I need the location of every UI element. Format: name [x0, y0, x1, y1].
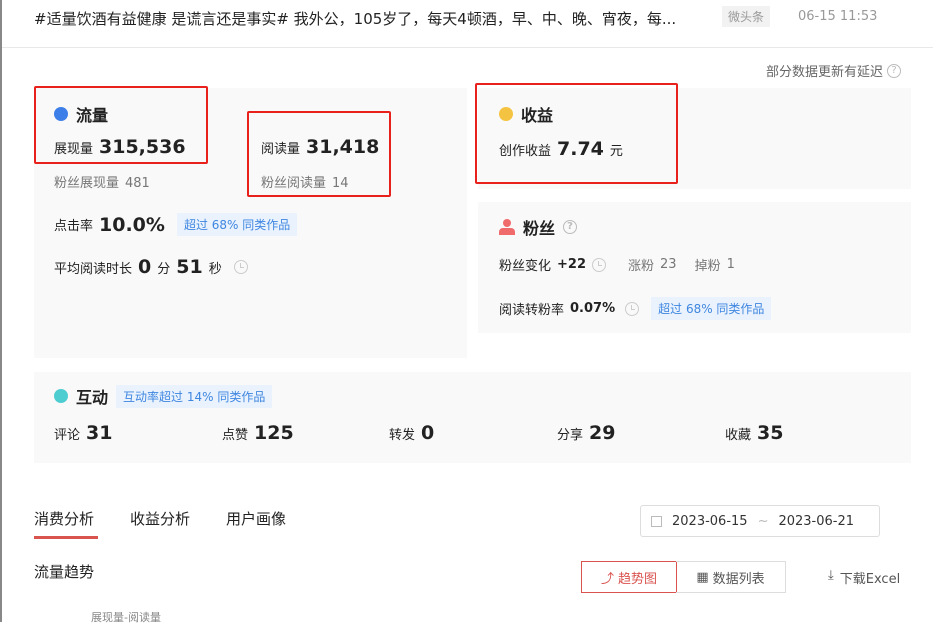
interaction-title: 互动 [76, 384, 108, 408]
conversion-badge: 超过 68% 同类作品 [651, 297, 771, 320]
likes-value: 125 [254, 422, 294, 444]
sec-unit: 秒 [209, 258, 222, 277]
download-label: 下载Excel [840, 568, 900, 587]
help-icon[interactable]: ? [563, 220, 577, 234]
highlight-box [34, 86, 208, 164]
avg-min: 0 [138, 256, 151, 278]
fans-title: 粉丝 [523, 215, 555, 239]
source-badge: 微头条 [722, 6, 770, 27]
fan-impressions-value: 481 [125, 176, 150, 191]
ctr-badge: 超过 68% 同类作品 [177, 213, 297, 236]
likes-label: 点赞 [222, 424, 248, 443]
active-tab-indicator [34, 536, 98, 539]
avg-sec: 51 [176, 256, 202, 278]
table-icon: ▦ [696, 570, 708, 585]
download-icon: ⤓ [828, 568, 834, 587]
shares-value: 29 [589, 422, 615, 444]
delay-note: 部分数据更新有延迟? [766, 61, 901, 80]
fans-heading: 粉丝? [499, 215, 577, 239]
trend-label: 趋势图 [618, 568, 657, 587]
shares-label: 分享 [557, 424, 583, 443]
favorites-value: 35 [757, 422, 783, 444]
clock-icon[interactable] [234, 260, 248, 274]
fan-change-value: +22 [557, 257, 586, 272]
comments-value: 31 [86, 422, 112, 444]
help-icon[interactable]: ? [887, 64, 901, 78]
tab-income[interactable]: 收益分析 [130, 508, 190, 529]
trend-chart-button[interactable]: ⤴趋势图 [581, 561, 677, 593]
favorites-label: 收藏 [725, 424, 751, 443]
section-title: 流量趋势 [34, 561, 94, 582]
avg-read-label: 平均阅读时长 [54, 258, 132, 277]
interaction-badge: 互动率超过 14% 同类作品 [116, 385, 272, 408]
tab-user-profile[interactable]: 用户画像 [226, 508, 286, 529]
interaction-heading: 互动互动率超过 14% 同类作品 [54, 384, 272, 408]
table-label: 数据列表 [713, 568, 765, 587]
reposts-value: 0 [421, 422, 434, 444]
highlight-box [247, 111, 391, 197]
reposts-label: 转发 [389, 424, 415, 443]
gain-value: 23 [660, 257, 677, 272]
window-edge [0, 0, 2, 622]
fan-change-label: 粉丝变化 [499, 255, 551, 274]
delay-text: 部分数据更新有延迟 [766, 61, 883, 80]
conversion-value: 0.07% [570, 301, 615, 316]
person-icon [499, 219, 515, 235]
chart-legend: 展现量-阅读量 [91, 609, 161, 625]
trend-icon: ⤴ [601, 568, 614, 587]
ctr-value: 10.0% [99, 214, 165, 236]
comments-label: 评论 [54, 424, 80, 443]
gain-label: 涨粉 [628, 255, 654, 274]
tab-consumption[interactable]: 消费分析 [34, 508, 94, 529]
date-separator: ~ [758, 514, 769, 529]
ctr-label: 点击率 [54, 215, 93, 234]
date-start[interactable]: 2023-06-15 [672, 514, 748, 529]
calendar-icon [651, 516, 662, 527]
divider [2, 47, 933, 48]
clock-icon[interactable] [625, 302, 639, 316]
date-end[interactable]: 2023-06-21 [778, 514, 854, 529]
data-list-button[interactable]: ▦ 数据列表 [676, 561, 786, 593]
loss-label: 掉粉 [695, 255, 721, 274]
download-excel-button[interactable]: ⤓ 下载Excel [828, 568, 900, 587]
highlight-box [475, 83, 678, 184]
fan-impressions-label: 粉丝展现量 [54, 172, 119, 191]
loss-value: 1 [727, 257, 735, 272]
min-unit: 分 [157, 258, 170, 277]
clock-icon[interactable] [592, 258, 606, 272]
date-range-picker[interactable]: 2023-06-15 ~ 2023-06-21 [640, 505, 880, 537]
post-time: 06-15 11:53 [798, 9, 877, 24]
post-title[interactable]: #适量饮酒有益健康 是谎言还是事实# 我外公，105岁了，每天4顿酒，早、中、晚… [34, 8, 676, 29]
conversion-label: 阅读转粉率 [499, 299, 564, 318]
chat-icon [54, 389, 68, 403]
